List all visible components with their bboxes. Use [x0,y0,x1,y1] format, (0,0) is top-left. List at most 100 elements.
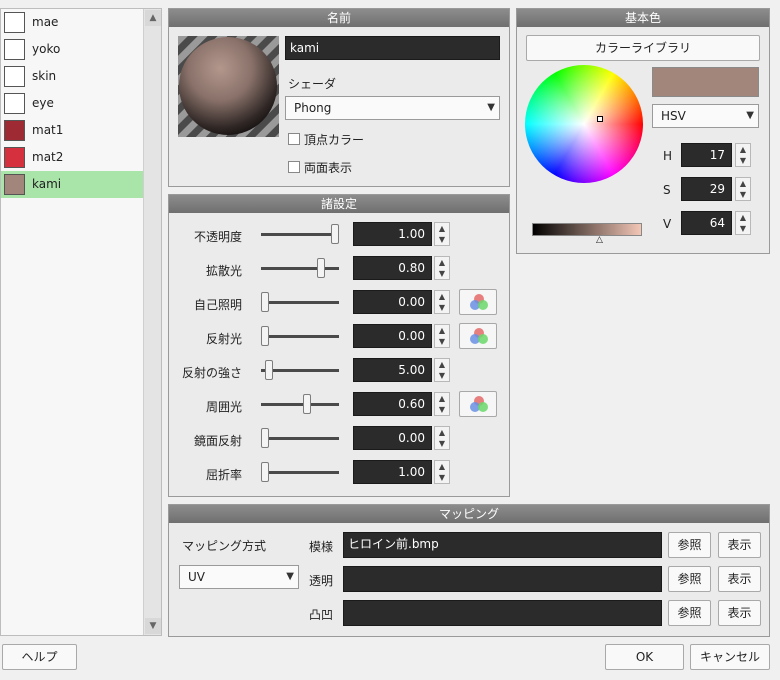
mapping-file-input[interactable] [343,566,662,592]
show-button[interactable]: 表示 [718,600,761,626]
color-mix-button[interactable] [459,289,497,315]
browse-button[interactable]: 参照 [668,532,711,558]
setting-spinner[interactable]: ▲ ▼ [434,256,450,280]
setting-value-input[interactable]: 5.00 [353,358,432,382]
setting-value-input[interactable]: 0.80 [353,256,432,280]
setting-slider-track[interactable] [261,437,339,440]
h-input[interactable]: 17 [681,143,732,167]
setting-slider-thumb[interactable] [261,462,269,482]
setting-value-input[interactable]: 0.00 [353,324,432,348]
material-list-item[interactable]: eye [1,90,143,117]
v-spinner[interactable]: ▲ ▼ [735,211,751,235]
value-marker-icon[interactable]: △ [596,235,603,245]
setting-slider-thumb[interactable] [261,326,269,346]
setting-slider-thumb[interactable] [261,292,269,312]
material-list-item[interactable]: kami [1,171,143,198]
setting-label: 反射光 [205,332,242,346]
material-list-item[interactable]: skin [1,63,143,90]
mapping-row-label: 透明 [309,574,334,588]
setting-slider-thumb[interactable] [331,224,339,244]
h-spinner[interactable]: ▲ ▼ [735,143,751,167]
setting-value-input[interactable]: 1.00 [353,222,432,246]
setting-slider-thumb[interactable] [317,258,325,278]
show-button[interactable]: 表示 [718,532,761,558]
material-preview-sphere [178,36,279,137]
material-name: mat1 [32,123,64,137]
color-mix-button[interactable] [459,391,497,417]
list-scrollbar[interactable]: ▲ ▼ [143,9,161,635]
color-mode-select[interactable]: HSV ▼ [652,104,759,128]
ok-button[interactable]: OK [605,644,684,670]
setting-slider-track[interactable] [261,403,339,406]
mapping-method-select[interactable]: UV ▼ [179,565,299,589]
setting-label: 屈折率 [205,468,242,482]
material-color-swatch [4,66,25,87]
show-button[interactable]: 表示 [718,566,761,592]
mapping-method-value: UV [188,570,205,584]
help-button[interactable]: ヘルプ [2,644,77,670]
setting-label: 自己照明 [193,298,242,312]
color-mix-icon [470,396,488,412]
h-label: H [663,149,673,163]
material-name-input[interactable]: kami [285,36,500,60]
color-mix-button[interactable] [459,323,497,349]
material-list-item[interactable]: yoko [1,36,143,63]
setting-value-input[interactable]: 0.00 [353,290,432,314]
cancel-button[interactable]: キャンセル [690,644,770,670]
double-sided-label: 両面表示 [304,161,353,175]
scroll-down-arrow-icon[interactable]: ▼ [145,618,161,634]
setting-slider-track[interactable] [261,233,339,236]
setting-spinner[interactable]: ▲ ▼ [434,426,450,450]
s-spinner[interactable]: ▲ ▼ [735,177,751,201]
shader-label: シェーダ [288,77,337,91]
setting-value-input[interactable]: 1.00 [353,460,432,484]
setting-spinner[interactable]: ▲ ▼ [434,290,450,314]
value-gradient-bar[interactable] [532,223,642,236]
material-list-item[interactable]: mat2 [1,144,143,171]
material-name: kami [32,177,62,191]
browse-button[interactable]: 参照 [668,600,711,626]
color-library-button[interactable]: カラーライブラリ [526,35,760,61]
material-name: mae [32,15,59,29]
material-name: eye [32,96,54,110]
setting-spinner[interactable]: ▲ ▼ [434,358,450,382]
setting-spinner[interactable]: ▲ ▼ [434,392,450,416]
name-panel: 名前 kami シェーダ Phong ▼ 頂点カラー 両面表示 [168,8,510,187]
settings-title: 諸設定 [169,195,509,213]
s-input[interactable]: 29 [681,177,732,201]
mapping-row-label: 凸凹 [309,608,334,622]
material-color-swatch [4,93,25,114]
setting-value-input[interactable]: 0.60 [353,392,432,416]
color-mix-icon [470,328,488,344]
color-wheel[interactable] [525,65,643,183]
mapping-file-input[interactable]: ヒロイン前.bmp [343,532,662,558]
mapping-file-input[interactable] [343,600,662,626]
base-color-title: 基本色 [517,9,769,27]
material-list-item[interactable]: mat1 [1,117,143,144]
shader-select[interactable]: Phong ▼ [285,96,500,120]
browse-button[interactable]: 参照 [668,566,711,592]
setting-value-input[interactable]: 0.00 [353,426,432,450]
vertex-color-checkbox[interactable] [288,133,300,145]
v-input[interactable]: 64 [681,211,732,235]
setting-slider-track[interactable] [261,267,339,270]
material-list[interactable]: mae yoko skin eye mat1 mat2 kami ▲ ▼ [0,8,162,636]
setting-label: 不透明度 [193,230,242,244]
setting-spinner[interactable]: ▲ ▼ [434,324,450,348]
setting-spinner[interactable]: ▲ ▼ [434,460,450,484]
setting-spinner[interactable]: ▲ ▼ [434,222,450,246]
setting-slider-thumb[interactable] [261,428,269,448]
setting-slider-thumb[interactable] [265,360,273,380]
double-sided-checkbox[interactable] [288,161,300,173]
chevron-down-icon: ▼ [487,102,495,113]
setting-slider-thumb[interactable] [303,394,311,414]
s-label: S [663,183,671,197]
setting-slider-track[interactable] [261,335,339,338]
scroll-up-arrow-icon[interactable]: ▲ [145,10,161,26]
color-wheel-cursor[interactable] [597,116,603,122]
setting-slider-track[interactable] [261,471,339,474]
mapping-panel: マッピング マッピング方式 UV ▼ 模様 ヒロイン前.bmp 参照 表示 透明 参照 表示… [168,504,770,637]
material-list-item[interactable]: mae [1,9,143,36]
material-color-swatch [4,39,25,60]
setting-slider-track[interactable] [261,301,339,304]
